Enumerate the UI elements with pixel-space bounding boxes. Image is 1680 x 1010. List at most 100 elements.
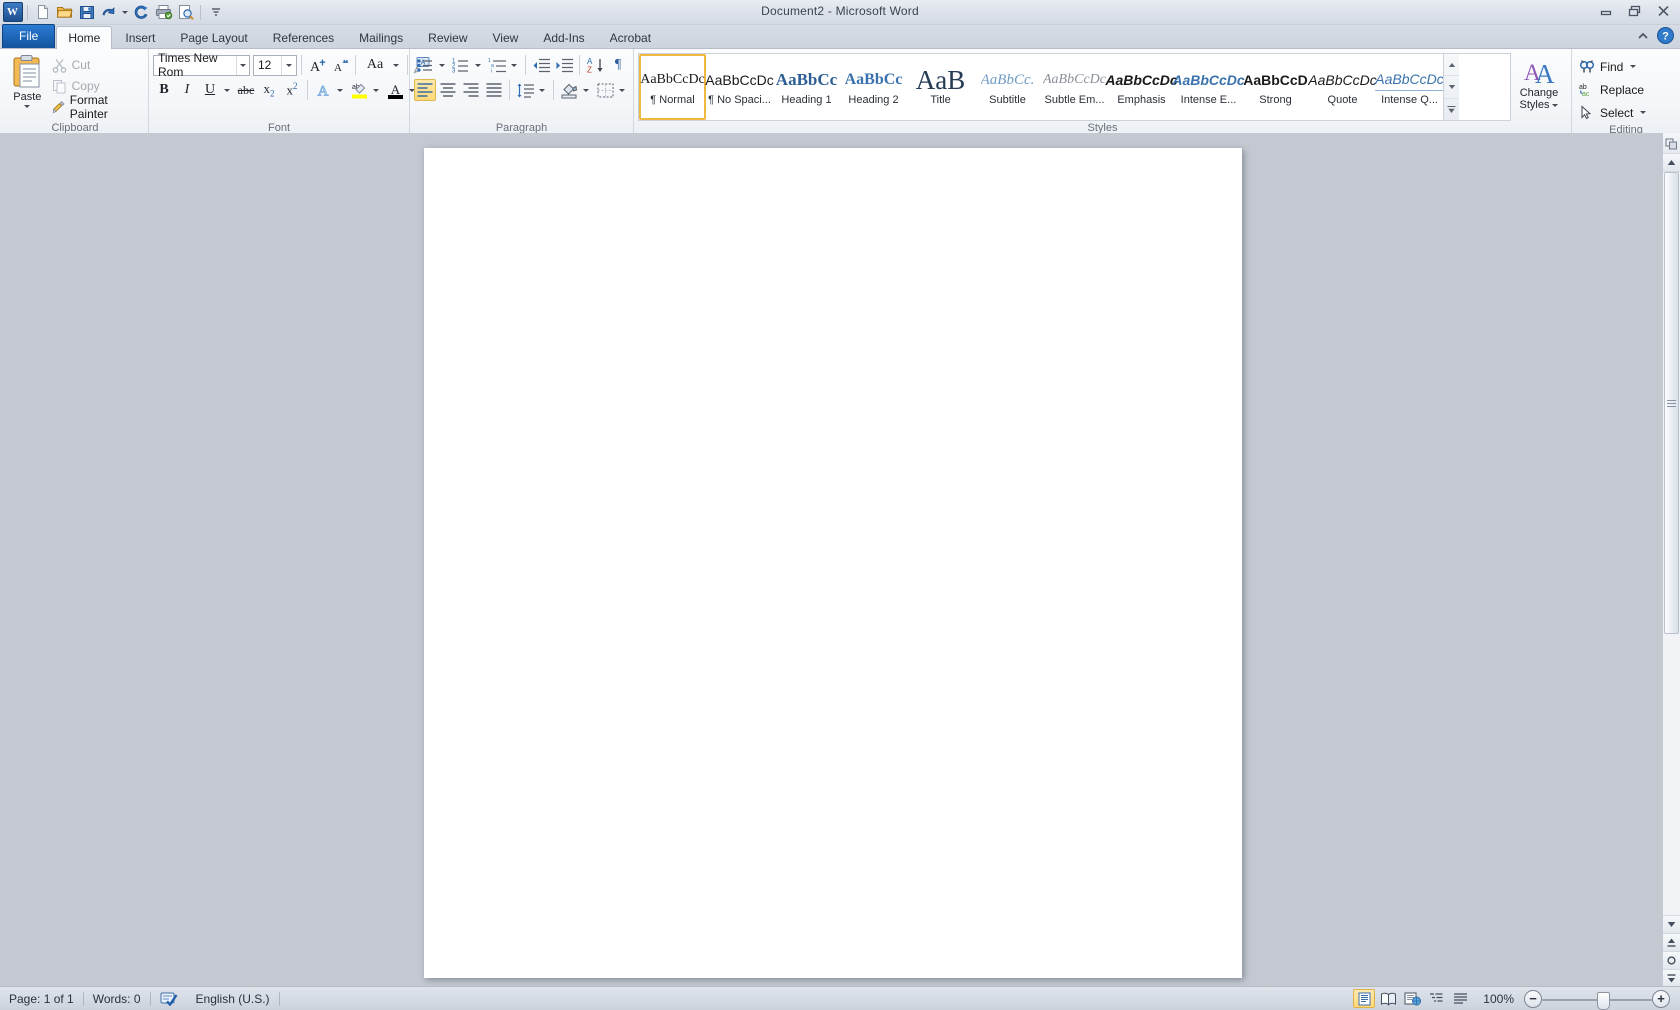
restore-button[interactable] (1620, 1, 1649, 20)
document-body[interactable] (424, 148, 1242, 340)
scroll-thumb[interactable] (1664, 172, 1679, 634)
style-item-intense-quote[interactable]: AaBbCcDc Intense Q... (1375, 54, 1444, 120)
increase-indent-button[interactable] (553, 54, 575, 76)
bullets-split[interactable] (414, 54, 449, 76)
styles-scroll-up-button[interactable] (1444, 54, 1459, 77)
strikethrough-button[interactable]: abc (235, 79, 257, 101)
style-item-emphasis[interactable]: AaBbCcDc Emphasis (1105, 54, 1177, 120)
document-page[interactable] (424, 148, 1242, 978)
scroll-up-button[interactable] (1663, 154, 1680, 172)
bullets-button[interactable] (414, 54, 436, 76)
select-button[interactable]: Select (1576, 102, 1652, 123)
zoom-in-button[interactable]: + (1652, 989, 1670, 1008)
tab-add-ins[interactable]: Add-Ins (531, 26, 596, 49)
underline-dropdown[interactable] (221, 79, 234, 101)
align-right-button[interactable] (460, 79, 482, 101)
tab-references[interactable]: References (261, 26, 346, 49)
line-spacing-split[interactable] (514, 79, 549, 101)
style-item-normal[interactable]: AaBbCcDc ¶ Normal (639, 54, 706, 120)
scroll-track[interactable] (1663, 172, 1680, 915)
multilevel-dropdown[interactable] (508, 54, 521, 76)
superscript-button[interactable]: x2 (281, 79, 303, 101)
shading-dropdown[interactable] (580, 79, 593, 101)
cut-button[interactable]: Cut (49, 55, 144, 75)
split-window-handle[interactable] (1663, 133, 1680, 154)
align-left-button[interactable] (414, 79, 436, 101)
word-count-status[interactable]: Words: 0 (84, 988, 150, 1009)
multilevel-split[interactable]: 1ai (486, 54, 521, 76)
change-case-button[interactable]: Aa (360, 54, 390, 76)
bold-button[interactable]: B (153, 79, 175, 101)
borders-button[interactable] (594, 79, 616, 101)
tab-file[interactable]: File (2, 24, 56, 48)
shading-split[interactable] (558, 79, 593, 101)
outline-view-button[interactable] (1425, 989, 1447, 1008)
justify-button[interactable] (483, 79, 505, 101)
underline-button[interactable]: U (199, 79, 221, 101)
proofing-status[interactable] (151, 988, 187, 1009)
full-screen-reading-view-button[interactable] (1377, 989, 1399, 1008)
zoom-slider[interactable]: − + (1524, 989, 1670, 1010)
decrease-indent-button[interactable] (530, 54, 552, 76)
highlight-dropdown[interactable] (370, 79, 383, 101)
font-color-button[interactable]: A (384, 79, 406, 101)
italic-button[interactable]: I (176, 79, 198, 101)
change-case-split[interactable]: Aa (360, 54, 403, 76)
style-item-subtitle[interactable]: AaBbCc. Subtitle (974, 54, 1041, 120)
language-status[interactable]: English (U.S.) (187, 988, 279, 1009)
style-item-heading-2[interactable]: AaBbCc Heading 2 (840, 54, 907, 120)
multilevel-list-button[interactable]: 1ai (486, 54, 508, 76)
paste-button[interactable]: Paste (6, 52, 49, 108)
next-page-button[interactable] (1663, 969, 1680, 987)
tab-mailings[interactable]: Mailings (347, 26, 415, 49)
tab-view[interactable]: View (481, 26, 531, 49)
zoom-level-label[interactable]: 100% (1473, 992, 1522, 1006)
align-center-button[interactable] (437, 79, 459, 101)
style-item-subtle-emphasis[interactable]: AaBbCcDс Subtle Em... (1041, 54, 1108, 120)
styles-scroll-down-button[interactable] (1444, 76, 1459, 99)
format-painter-button[interactable]: Format Painter (49, 93, 144, 121)
collapse-ribbon-icon[interactable] (1636, 30, 1650, 42)
numbering-button[interactable]: 123 (450, 54, 472, 76)
vertical-scrollbar[interactable] (1662, 133, 1680, 987)
tab-acrobat[interactable]: Acrobat (598, 26, 663, 49)
tab-page-layout[interactable]: Page Layout (168, 26, 259, 49)
shrink-font-button[interactable]: A (329, 54, 351, 76)
style-item-intense-emphasis[interactable]: AaBbCcDс Intense E... (1172, 54, 1244, 120)
line-spacing-button[interactable] (514, 79, 536, 101)
tab-insert[interactable]: Insert (113, 26, 167, 49)
style-item-no-spacing[interactable]: AaBbCcDc ¶ No Spaci... (705, 54, 773, 120)
text-effects-dropdown[interactable] (334, 79, 347, 101)
grow-font-button[interactable]: A (306, 54, 328, 76)
styles-gallery-scrollbar[interactable] (1443, 54, 1459, 120)
tab-home[interactable]: Home (56, 26, 113, 49)
find-button[interactable]: Find (1576, 56, 1652, 77)
font-size-combo[interactable]: 12 (253, 54, 297, 76)
web-layout-view-button[interactable] (1401, 989, 1423, 1008)
text-highlight-color-button[interactable]: ab (348, 79, 370, 101)
text-effects-button[interactable]: A (312, 79, 334, 101)
bullets-dropdown[interactable] (436, 54, 449, 76)
font-name-combo[interactable]: Times New Rom (153, 51, 250, 79)
shading-button[interactable] (558, 79, 580, 101)
style-item-heading-1[interactable]: AaBbCс Heading 1 (773, 54, 840, 120)
select-browse-object-button[interactable] (1663, 951, 1680, 969)
previous-page-button[interactable] (1663, 933, 1680, 951)
change-case-dropdown[interactable] (390, 54, 403, 76)
replace-button[interactable]: ab ac Replace (1576, 79, 1652, 100)
zoom-slider-thumb[interactable] (1597, 991, 1610, 1010)
underline-split[interactable]: U (199, 79, 234, 101)
tab-review[interactable]: Review (416, 26, 479, 49)
style-item-quote[interactable]: AaBbCcDc Quote (1308, 54, 1376, 120)
sort-button[interactable]: AZ (584, 54, 606, 76)
draft-view-button[interactable] (1449, 989, 1471, 1008)
style-item-title[interactable]: AaB Title (907, 54, 974, 120)
scroll-down-button[interactable] (1663, 915, 1680, 933)
print-layout-view-button[interactable] (1353, 989, 1376, 1008)
borders-dropdown[interactable] (616, 79, 629, 101)
zoom-out-button[interactable]: − (1524, 989, 1542, 1008)
line-spacing-dropdown[interactable] (536, 79, 549, 101)
minimize-button[interactable] (1591, 1, 1620, 20)
styles-more-button[interactable] (1444, 99, 1459, 120)
borders-split[interactable] (594, 79, 629, 101)
